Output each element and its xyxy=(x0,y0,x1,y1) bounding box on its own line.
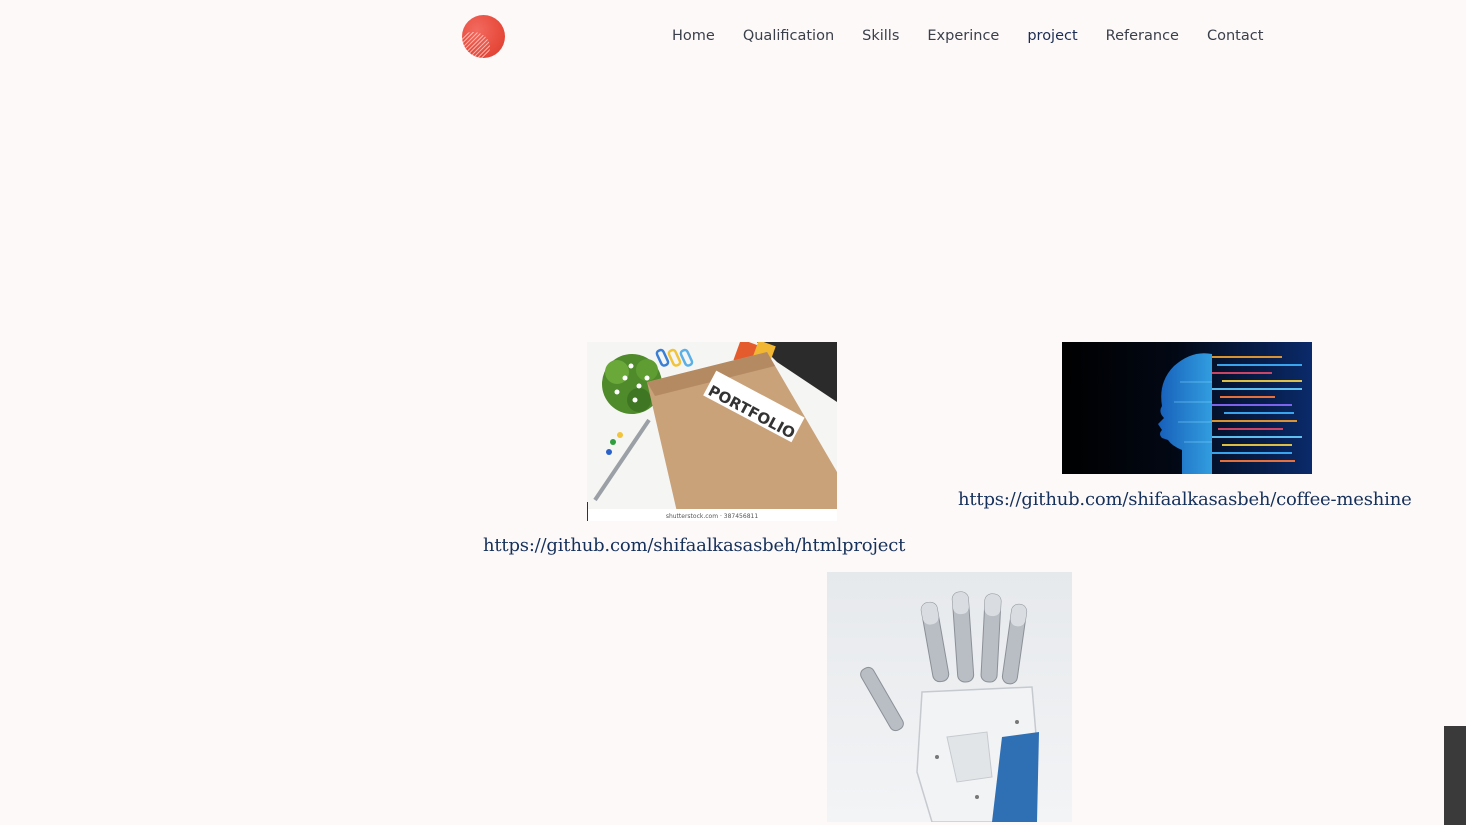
logo-icon[interactable] xyxy=(462,15,505,58)
nav-project[interactable]: project xyxy=(1013,26,1091,46)
nav-referance[interactable]: Referance xyxy=(1092,26,1193,46)
page: Home Qualification Skills Experince proj… xyxy=(0,0,1466,825)
project-link-coffee-meshine[interactable]: https://github.com/shifaalkasasbeh/coffe… xyxy=(958,489,1412,510)
nav-experince[interactable]: Experince xyxy=(913,26,1013,46)
nav-qualification[interactable]: Qualification xyxy=(729,26,848,46)
robotic-hand-image[interactable] xyxy=(827,572,1072,822)
nav-home[interactable]: Home xyxy=(658,26,729,46)
nav-contact[interactable]: Contact xyxy=(1193,26,1277,46)
main-nav: Home Qualification Skills Experince proj… xyxy=(658,26,1277,46)
floating-side-tab[interactable] xyxy=(1444,726,1466,825)
portfolio-image-art: PORTFOLIO shutterstock.com · 387456811 xyxy=(587,342,837,521)
shutterstock-caption: shutterstock.com · 387456811 xyxy=(666,513,759,520)
project-link-htmlproject[interactable]: https://github.com/shifaalkasasbeh/htmlp… xyxy=(483,535,905,556)
ai-image-art xyxy=(1062,342,1312,474)
nav-skills[interactable]: Skills xyxy=(848,26,913,46)
portfolio-notebook-image[interactable]: PORTFOLIO shutterstock.com · 387456811 xyxy=(587,342,837,521)
ai-head-code-image[interactable] xyxy=(1062,342,1312,474)
robotic-hand-art xyxy=(827,572,1072,822)
